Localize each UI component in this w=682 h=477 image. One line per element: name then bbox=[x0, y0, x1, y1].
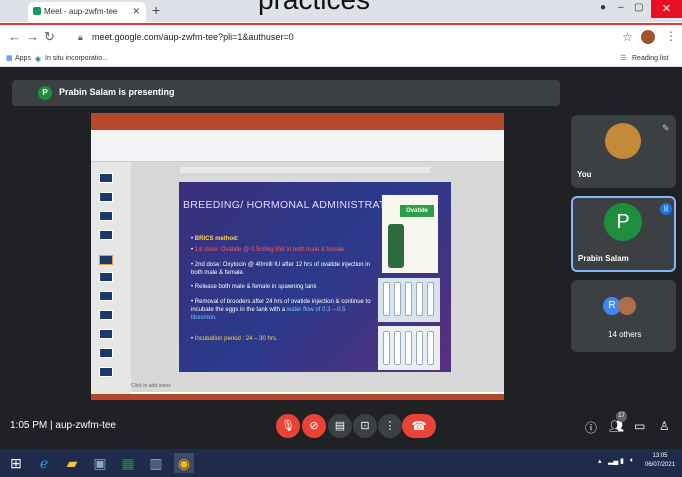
speaking-indicator-icon: ||| bbox=[660, 203, 672, 215]
vial bbox=[405, 331, 412, 365]
volume-icon[interactable]: 🔈︎ bbox=[630, 457, 634, 465]
slide-thumbnail-active bbox=[99, 255, 113, 265]
slide-thumbnail bbox=[99, 272, 113, 282]
slide-bullet: • Incubation period : 24 – 30 hrs. bbox=[191, 335, 371, 343]
meeting-info: 1:05 PM | aup-zwfm-tee bbox=[10, 420, 116, 431]
pin-icon[interactable]: ✎ bbox=[662, 123, 670, 134]
participant-avatar: P bbox=[604, 203, 642, 241]
apps-grid-icon[interactable]: ▦ bbox=[6, 54, 13, 62]
reading-list-icon: ☰ bbox=[620, 55, 627, 62]
product-label: Ovatide bbox=[400, 205, 434, 217]
file-explorer-icon[interactable]: ▰ bbox=[62, 453, 82, 473]
windows-start-icon[interactable]: ⊞ bbox=[6, 453, 26, 473]
slide-thumbnail bbox=[99, 367, 113, 377]
lock-icon[interactable]: 🔒︎ bbox=[78, 32, 83, 43]
more-options-button[interactable]: ⋮ bbox=[378, 414, 402, 438]
meeting-separator: | bbox=[50, 420, 53, 431]
slide-thumbnail bbox=[99, 192, 113, 202]
reading-list-link[interactable]: Reading list bbox=[632, 55, 669, 62]
slide-title: BREEDING/ HORMONAL ADMINISTRATION bbox=[183, 199, 406, 211]
participant-name: You bbox=[577, 170, 592, 179]
ampoule bbox=[394, 282, 401, 316]
vial bbox=[416, 331, 423, 365]
ampoule bbox=[427, 282, 434, 316]
app-icon[interactable]: ▥ bbox=[146, 453, 166, 473]
participant-avatar-photo bbox=[618, 297, 636, 315]
slide-bullet: • Release both male & female in spawning… bbox=[191, 283, 371, 291]
slide-bullet: • 2nd dose: Oxytocin @ 40milli IU after … bbox=[191, 261, 371, 277]
app-icon[interactable]: ▣ bbox=[90, 453, 110, 473]
slide-thumbnail bbox=[99, 173, 113, 183]
slide-bullet: • Removal of brooders after 24 hrs of ov… bbox=[191, 298, 371, 322]
ppt-ruler bbox=[180, 167, 430, 173]
people-count-badge: 17 bbox=[616, 411, 627, 422]
slide-thumbnail bbox=[99, 348, 113, 358]
internet-explorer-icon[interactable]: ℯ bbox=[34, 453, 54, 473]
overlay-caption: practices bbox=[258, 0, 370, 16]
back-arrow-icon[interactable]: ← bbox=[8, 29, 21, 44]
mic-off-button[interactable]: 🎙︎ bbox=[276, 414, 300, 438]
ppt-ribbon bbox=[91, 130, 504, 162]
profile-avatar[interactable] bbox=[641, 30, 655, 44]
ampoule bbox=[383, 282, 390, 316]
bullet-text: BRICS method: bbox=[194, 236, 239, 242]
slide-thumbnail bbox=[99, 211, 113, 221]
reload-icon[interactable]: ↻ bbox=[44, 29, 55, 45]
medicine-bottle-image bbox=[388, 224, 404, 268]
meeting-details-icon[interactable]: ⓘ bbox=[585, 419, 597, 436]
participant-name: 14 others bbox=[608, 330, 642, 339]
ampoule bbox=[416, 282, 423, 316]
ampoule bbox=[405, 282, 412, 316]
globe-icon: ◉ bbox=[35, 56, 42, 63]
bookmark-star-icon[interactable]: ☆ bbox=[622, 30, 633, 44]
bullet-text: Incubation period : 24 – 30 hrs. bbox=[194, 336, 278, 342]
notes-placeholder: Click to add notes bbox=[131, 383, 171, 389]
participant-tile-others[interactable]: 14 others bbox=[571, 280, 676, 352]
slide-thumbnail bbox=[99, 291, 113, 301]
url-input[interactable]: meet.google.com/aup-zwfm-tee?pli=1&authu… bbox=[72, 28, 612, 47]
ppt-ribbon-tabs bbox=[91, 122, 504, 130]
slide-thumbnail bbox=[99, 329, 113, 339]
activities-icon[interactable]: ♙ bbox=[659, 419, 670, 433]
slide-bullet: • BRICS method: bbox=[191, 235, 371, 243]
present-button[interactable]: ⊡ bbox=[353, 414, 377, 438]
bullet-text: Release both male & female in spawning t… bbox=[194, 284, 317, 290]
taskbar-clock[interactable]: 13:05 06/07/2021 bbox=[645, 452, 675, 470]
slide-bullet: • 1st dose: Ovatide @ 0.5ml/kg BW in bot… bbox=[191, 246, 371, 254]
slide-thumbnail bbox=[99, 310, 113, 320]
participant-name: Prabin Salam bbox=[578, 254, 629, 263]
vial bbox=[427, 331, 434, 365]
ppt-status-bar bbox=[91, 394, 504, 400]
clock-date: 06/07/2021 bbox=[645, 462, 676, 468]
tray-arrow-icon[interactable]: ▴ bbox=[598, 457, 602, 465]
chat-icon[interactable]: ▭ bbox=[634, 419, 645, 433]
clock-time: 13:05 bbox=[652, 453, 668, 459]
bookmark-apps[interactable]: Apps bbox=[15, 55, 31, 62]
vial bbox=[394, 331, 401, 365]
battery-icon: ▮ bbox=[620, 458, 624, 465]
bullet-text: 1st dose: Ovatide @ 0.5ml/kg BW in both … bbox=[194, 247, 345, 253]
bookmark-in-situ[interactable]: In situ incorporatio... bbox=[45, 55, 108, 62]
presenter-label: Prabin Salam is presenting bbox=[59, 87, 175, 97]
forward-arrow-icon[interactable]: → bbox=[26, 29, 39, 44]
signal-icon: ▂▄ bbox=[608, 458, 619, 465]
meeting-time: 1:05 PM bbox=[10, 420, 48, 431]
slide-thumbnail bbox=[99, 230, 113, 240]
camera-off-button[interactable]: ⊘ bbox=[302, 414, 326, 438]
end-call-button[interactable]: ☎ bbox=[402, 414, 436, 438]
bullet-text: 2nd dose: Oxytocin @ 40milli IU after 12… bbox=[191, 262, 370, 276]
chrome-icon[interactable]: ◉ bbox=[174, 453, 194, 473]
excel-icon[interactable]: ▦ bbox=[118, 453, 138, 473]
captions-button[interactable]: ▤ bbox=[328, 414, 352, 438]
presenter-avatar: P bbox=[38, 86, 52, 100]
ppt-title-bar bbox=[91, 113, 504, 122]
vial bbox=[383, 331, 390, 365]
meeting-code: aup-zwfm-tee bbox=[55, 420, 116, 431]
browser-menu-icon[interactable]: ⋮ bbox=[665, 29, 677, 43]
participant-photo bbox=[605, 123, 641, 159]
